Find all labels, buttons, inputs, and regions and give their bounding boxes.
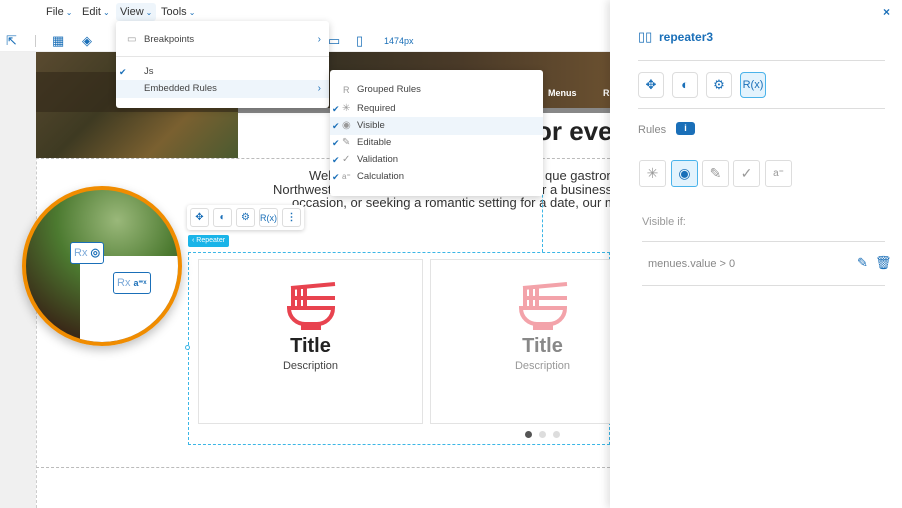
- divider: [36, 467, 610, 468]
- chevron-down-icon: ⌄: [65, 8, 73, 17]
- editable-rule-button[interactable]: ✎: [702, 160, 729, 187]
- chevron-down-icon: ⌄: [188, 8, 196, 17]
- check-icon: ✔: [119, 67, 127, 77]
- menu-item-required[interactable]: ✔ ✳ Required: [330, 100, 543, 118]
- width-readout: 1474px: [384, 36, 414, 46]
- divider: [642, 285, 885, 286]
- menu-file[interactable]: File ⌄: [46, 6, 72, 18]
- check-icon: ✔: [332, 104, 340, 114]
- properties-panel: × ▯▯ repeater3 ✥ ◐ ⚙ R(x) Rules i ✳ ◉ ✎ …: [610, 0, 902, 508]
- pencil-icon: ✎: [342, 137, 351, 148]
- menu-view[interactable]: View ⌄: [116, 3, 157, 21]
- components-icon[interactable]: ▦: [52, 33, 64, 49]
- calculation-rule-badge: Rx a⁼ˣ: [113, 272, 151, 294]
- component-toolbar: ✥ ◐ ⚙ R(x) ⋮: [187, 205, 304, 230]
- close-button[interactable]: ×: [883, 5, 890, 19]
- check-icon: ✔: [332, 155, 340, 165]
- resize-handle[interactable]: [185, 345, 190, 350]
- menu-item-visible[interactable]: ✔ ◉ Visible: [330, 117, 543, 135]
- nav-link[interactable]: R: [603, 88, 610, 98]
- rules-button[interactable]: R(x): [259, 208, 278, 227]
- carousel-dot[interactable]: [553, 431, 560, 438]
- divider: [642, 241, 885, 242]
- component-name: repeater3: [659, 30, 714, 44]
- calculation-icon: a⁼ˣ: [133, 278, 147, 288]
- check-icon: ✔: [332, 138, 340, 148]
- divider: [116, 56, 329, 57]
- menu-item-embedded-rules[interactable]: Embedded Rules ›: [116, 80, 329, 98]
- divider: [638, 108, 885, 109]
- layout-tab-button[interactable]: ✥: [638, 72, 664, 98]
- required-rule-button[interactable]: ✳: [639, 160, 666, 187]
- carousel-dot-active[interactable]: [525, 431, 532, 438]
- asterisk-icon: ✳: [342, 103, 351, 114]
- eye-icon: ◎: [90, 247, 101, 259]
- menu-item-calculation[interactable]: ✔ a⁼ Calculation: [330, 168, 543, 186]
- card-description: Description: [282, 360, 339, 372]
- visible-rule-badge: Rx ◎: [70, 242, 105, 264]
- menu-item-editable[interactable]: ✔ ✎ Editable: [330, 134, 543, 152]
- carousel-dot[interactable]: [539, 431, 546, 438]
- palette-icon[interactable]: ◐: [213, 208, 232, 227]
- visible-rule-button[interactable]: ◉: [671, 160, 698, 187]
- chevron-down-icon: ⌄: [102, 8, 110, 17]
- layers-icon[interactable]: ◈: [82, 33, 92, 49]
- noodle-bowl-icon: [518, 282, 567, 330]
- menu-item-js[interactable]: ✔ Js: [116, 63, 329, 81]
- rules-label: Rules: [638, 124, 667, 136]
- chevron-right-icon: ›: [317, 83, 321, 94]
- welcome-text: occasion, or seeking a romantic setting …: [292, 195, 628, 210]
- settings-tab-button[interactable]: ⚙: [706, 72, 732, 98]
- settings-icon[interactable]: ⚙: [236, 208, 255, 227]
- welcome-text: Wel: [309, 168, 332, 183]
- validation-rule-button[interactable]: ✓: [733, 160, 760, 187]
- menu-item-breakpoints[interactable]: ▭ Breakpoints ›: [116, 31, 329, 49]
- welcome-text: que gastronc: [545, 168, 621, 183]
- rules-submenu: R Grouped Rules ✔ ✳ Required ✔ ◉ Visible ✔ ✎ Ed…: [330, 70, 543, 196]
- mobile-icon[interactable]: ▯: [356, 33, 363, 49]
- delete-icon[interactable]: 🗑: [875, 255, 892, 271]
- card-title: Title: [290, 335, 331, 357]
- visible-if-label: Visible if:: [642, 216, 686, 228]
- menu-tools[interactable]: Tools ⌄: [161, 6, 195, 18]
- repeater-icon: ▯▯: [638, 29, 653, 44]
- chevron-down-icon: ⌄: [145, 8, 153, 17]
- divider: [35, 35, 36, 47]
- info-icon[interactable]: i: [676, 122, 695, 135]
- check-icon: ✔: [332, 172, 340, 182]
- chevron-right-icon: ›: [317, 34, 321, 45]
- check-icon: ✔: [332, 121, 340, 131]
- monitor-icon: ▭: [127, 34, 137, 45]
- export-icon[interactable]: ⇱: [6, 33, 17, 49]
- repeater-card[interactable]: Title Description: [198, 259, 423, 424]
- rule-expression[interactable]: menues.value > 0: [648, 258, 735, 270]
- calculation-rule-button[interactable]: a⁼: [765, 160, 792, 187]
- move-icon[interactable]: ✥: [190, 208, 209, 227]
- rx-icon: R: [343, 85, 350, 95]
- menu-edit[interactable]: Edit ⌄: [82, 6, 110, 18]
- rules-tab-button[interactable]: R(x): [740, 72, 766, 98]
- nav-link-menus[interactable]: Menus: [548, 88, 577, 98]
- menu-item-grouped-rules[interactable]: R Grouped Rules: [330, 81, 543, 99]
- edit-icon[interactable]: ✎: [857, 255, 868, 271]
- tablet-icon[interactable]: ▭: [328, 33, 340, 49]
- calculation-icon: a⁼: [342, 172, 351, 181]
- repeater-tag[interactable]: ‹ Repeater: [188, 235, 230, 247]
- noodle-bowl-icon: [286, 282, 335, 330]
- validation-check-icon: ✓: [342, 154, 351, 165]
- magnifier-callout: Rx ◎ Rx a⁼ˣ: [22, 186, 182, 346]
- more-icon[interactable]: ⋮: [282, 208, 301, 227]
- style-tab-button[interactable]: ◐: [672, 72, 698, 98]
- divider: [638, 60, 885, 61]
- eye-icon: ◉: [342, 120, 351, 131]
- menu-item-validation[interactable]: ✔ ✓ Validation: [330, 151, 543, 169]
- view-menu: ▭ Breakpoints › ✔ Js Embedded Rules ›: [116, 21, 329, 108]
